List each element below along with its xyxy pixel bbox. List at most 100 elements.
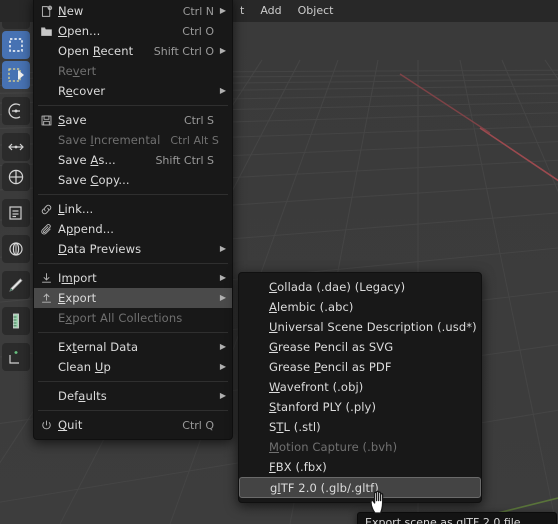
rotate-tool-button[interactable] (2, 97, 30, 125)
menu-item-label: Grease Pencil as SVG (269, 340, 394, 354)
menu-item-label: Import (58, 271, 97, 285)
viewport-toolbar[interactable] (0, 0, 32, 524)
tweak-tool-icon (7, 67, 25, 83)
topbar-item-add[interactable]: Add (252, 0, 289, 22)
ruler-icon (7, 312, 25, 330)
menu-item-label: Clean Up (58, 360, 111, 374)
file-menu-item-quit[interactable]: Quit Ctrl Q (34, 415, 232, 435)
export-menu-item-stanford-ply-ply[interactable]: Stanford PLY (.ply) (239, 397, 481, 417)
select-box-tool-icon (8, 37, 24, 53)
select-box-tool-button[interactable] (2, 31, 30, 59)
menu-item-label: Export (58, 291, 97, 305)
export-arrow-icon (34, 292, 58, 305)
menu-item-label: Quit (58, 418, 83, 432)
annotate-tool-button[interactable] (2, 199, 30, 227)
menu-item-shortcut: Shift Ctrl O (153, 44, 214, 58)
add-cube-tool-button[interactable] (2, 343, 30, 371)
menu-item-label: glTF 2.0 (.glb/.gltf) (270, 480, 379, 495)
tweak-tool-button[interactable] (2, 61, 30, 89)
file-menu-item-data-previews[interactable]: Data Previews ▶ (34, 239, 232, 259)
menu-item-shortcut: Ctrl Alt S (170, 133, 219, 147)
menu-separator (38, 194, 228, 195)
menu-item-label: Save (58, 113, 87, 127)
file-menu-item-save-copy[interactable]: Save Copy... (34, 170, 232, 190)
transform-tool-button[interactable] (2, 163, 30, 191)
file-menu-item-clean-up[interactable]: Clean Up ▶ (34, 357, 232, 377)
topbar-item-object[interactable]: Object (290, 0, 342, 22)
globe-rotate-icon (7, 240, 25, 258)
menu-separator (38, 381, 228, 382)
topbar-item-select[interactable]: t (232, 0, 252, 22)
menu-separator (38, 105, 228, 106)
link-icon (34, 203, 58, 216)
measure-tool-button[interactable] (2, 307, 30, 335)
transform-tool-icon (7, 168, 25, 186)
menu-item-label: FBX (.fbx) (269, 460, 327, 474)
move-tool-icon (7, 138, 25, 156)
menu-item-label: Motion Capture (.bvh) (269, 440, 398, 454)
menu-item-label: Universal Scene Description (.usd*) (269, 320, 477, 334)
menu-item-label: Grease Pencil as PDF (269, 360, 392, 374)
move-tool-button[interactable] (2, 133, 30, 161)
file-menu-item-export[interactable]: Export ▶ (34, 288, 232, 308)
submenu-chevron-right-icon: ▶ (219, 273, 226, 282)
menu-item-label: Recover (58, 84, 106, 98)
export-menu-item-collada-dae-legacy[interactable]: Collada (.dae) (Legacy) (239, 277, 481, 297)
menu-item-label: External Data (58, 340, 139, 354)
annotate-tool-icon (7, 204, 25, 222)
menu-item-label: Save Incremental (58, 133, 161, 147)
file-menu-item-open-recent[interactable]: Open Recent Shift Ctrl O ▶ (34, 41, 232, 61)
export-submenu[interactable]: Collada (.dae) (Legacy) Alembic (.abc) Uni… (238, 272, 482, 503)
file-menu-item-new[interactable]: New Ctrl N ▶ (34, 1, 232, 21)
file-menu-item-external-data[interactable]: External Data ▶ (34, 337, 232, 357)
file-menu-item-link[interactable]: Link... (34, 199, 232, 219)
export-menu-item-gltf-2-0-glb-gltf[interactable]: glTF 2.0 (.glb/.gltf) (239, 477, 481, 498)
file-dropdown-menu[interactable]: New Ctrl N ▶ Open... Ctrl O Open Recent Shift … (33, 0, 233, 440)
file-menu-item-save[interactable]: Save Ctrl S (34, 110, 232, 130)
file-menu-item-save-as[interactable]: Save As... Shift Ctrl S (34, 150, 232, 170)
menu-item-label: New (58, 4, 84, 18)
menu-item-label: Open... (58, 24, 101, 38)
menu-item-label: Alembic (.abc) (269, 300, 354, 314)
tooltip: Export scene as glTF 2.0 file (357, 512, 557, 524)
power-icon (34, 419, 58, 432)
menu-separator (38, 263, 228, 264)
submenu-chevron-right-icon: ▶ (219, 362, 226, 371)
file-menu-item-defaults[interactable]: Defaults ▶ (34, 386, 232, 406)
file-menu-item-recover[interactable]: Recover ▶ (34, 81, 232, 101)
file-menu-item-import[interactable]: Import ▶ (34, 268, 232, 288)
menu-item-shortcut: Ctrl N (182, 4, 214, 18)
export-menu-item-grease-pencil-as-svg[interactable]: Grease Pencil as SVG (239, 337, 481, 357)
annotate-pen-tool-button[interactable] (2, 271, 30, 299)
export-menu-item-alembic-abc[interactable]: Alembic (.abc) (239, 297, 481, 317)
menu-item-shortcut: Shift Ctrl S (155, 153, 214, 167)
rotate-view-tool-button[interactable] (2, 235, 30, 263)
menu-item-label: Defaults (58, 389, 107, 403)
export-menu-item-universal-scene-description-usd[interactable]: Universal Scene Description (.usd*) (239, 317, 481, 337)
submenu-chevron-right-icon: ▶ (219, 391, 226, 400)
blender-window: t Add Object New Ctrl N ▶ Open... Ctrl O… (0, 0, 558, 524)
export-menu-item-motion-capture-bvh: Motion Capture (.bvh) (239, 437, 481, 457)
menu-item-label: Collada (.dae) (Legacy) (269, 280, 406, 294)
menu-item-label: STL (.stl) (269, 420, 321, 434)
menu-item-label: Export All Collections (58, 311, 183, 325)
export-menu-item-grease-pencil-as-pdf[interactable]: Grease Pencil as PDF (239, 357, 481, 377)
export-menu-item-stl-stl[interactable]: STL (.stl) (239, 417, 481, 437)
file-menu-item-append[interactable]: Append... (34, 219, 232, 239)
menu-item-shortcut: Ctrl O (182, 24, 214, 38)
export-menu-item-fbx-fbx[interactable]: FBX (.fbx) (239, 457, 481, 477)
file-menu-item-save-incremental: Save Incremental Ctrl Alt S (34, 130, 232, 150)
add-cube-icon (7, 348, 25, 366)
submenu-chevron-right-icon: ▶ (219, 244, 226, 253)
menu-item-label: Open Recent (58, 44, 134, 58)
menu-item-shortcut: Ctrl S (183, 113, 214, 127)
save-disk-icon (34, 114, 58, 127)
menu-item-label: Save Copy... (58, 173, 130, 187)
pencil-icon (7, 276, 25, 294)
file-menu-item-open[interactable]: Open... Ctrl O (34, 21, 232, 41)
menu-separator (38, 410, 228, 411)
export-menu-item-wavefront-obj[interactable]: Wavefront (.obj) (239, 377, 481, 397)
menu-item-shortcut: Ctrl Q (182, 418, 214, 432)
submenu-chevron-right-icon: ▶ (219, 293, 226, 302)
file-menu-item-revert: Revert (34, 61, 232, 81)
